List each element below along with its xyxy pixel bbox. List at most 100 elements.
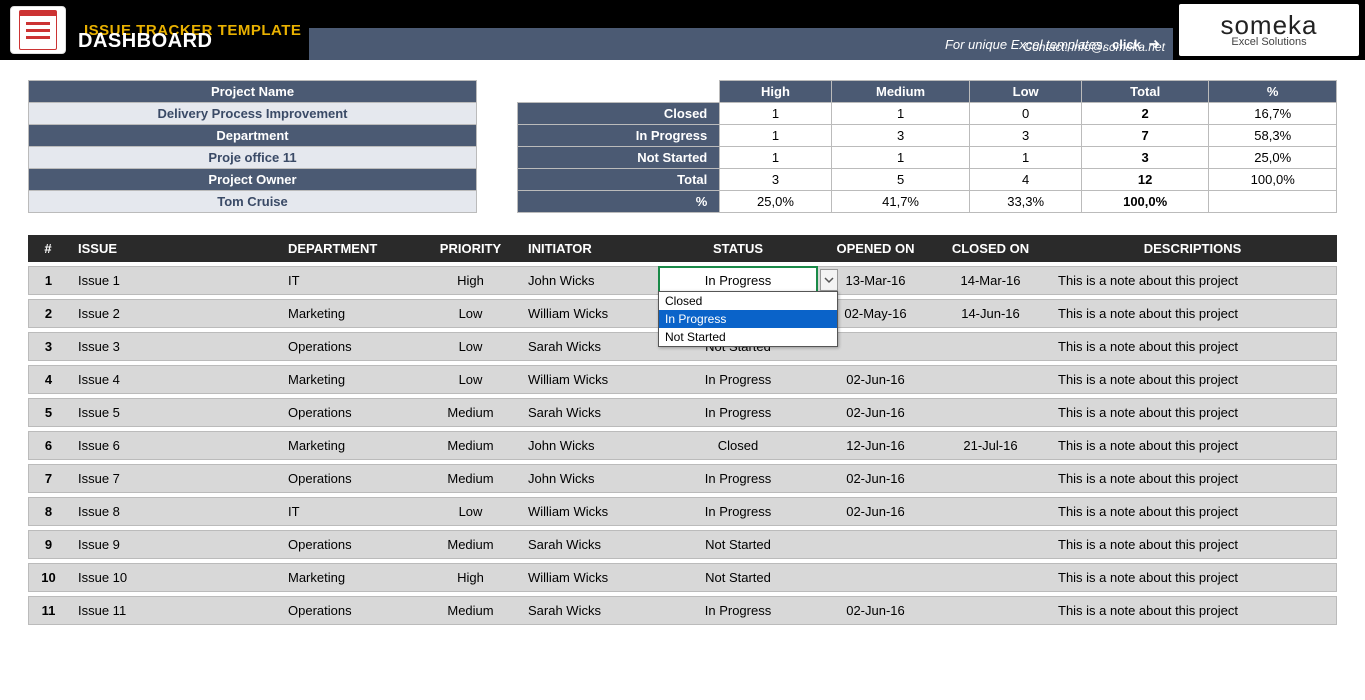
issue-description[interactable]: This is a note about this project [1048, 266, 1337, 295]
issue-closed[interactable]: 14-Mar-16 [933, 266, 1048, 295]
issue-name[interactable]: Issue 5 [68, 398, 278, 427]
issue-status[interactable]: Not Started [658, 563, 818, 592]
issue-status[interactable]: Closed [658, 431, 818, 460]
issue-name[interactable]: Issue 7 [68, 464, 278, 493]
issue-closed[interactable] [933, 332, 1048, 361]
issue-number[interactable]: 7 [28, 464, 68, 493]
issue-name[interactable]: Issue 1 [68, 266, 278, 295]
issue-dept[interactable]: Operations [278, 464, 423, 493]
issue-priority[interactable]: Low [423, 299, 518, 328]
table-row[interactable]: 5Issue 5OperationsMediumSarah WicksIn Pr… [28, 398, 1337, 427]
table-row[interactable]: 1Issue 1ITHighJohn WicksIn ProgressClose… [28, 266, 1337, 295]
issue-closed[interactable] [933, 530, 1048, 559]
issue-priority[interactable]: Medium [423, 530, 518, 559]
summary-cell[interactable]: 0 [970, 103, 1081, 125]
issues-col-opened-on[interactable]: OPENED ON [818, 235, 933, 262]
issue-description[interactable]: This is a note about this project [1048, 464, 1337, 493]
issue-opened[interactable] [818, 530, 933, 559]
summary-cell[interactable]: 3 [1081, 147, 1209, 169]
issue-name[interactable]: Issue 4 [68, 365, 278, 394]
issue-priority[interactable]: Low [423, 332, 518, 361]
issue-status[interactable]: In ProgressClosedIn ProgressNot Started [658, 266, 818, 295]
issue-name[interactable]: Issue 6 [68, 431, 278, 460]
summary-cell[interactable]: 58,3% [1209, 125, 1337, 147]
issues-col-status[interactable]: STATUS [658, 235, 818, 262]
issue-opened[interactable] [818, 563, 933, 592]
issue-description[interactable]: This is a note about this project [1048, 563, 1337, 592]
issue-status[interactable]: In Progress [658, 398, 818, 427]
issue-initiator[interactable]: John Wicks [518, 266, 658, 295]
issue-closed[interactable] [933, 398, 1048, 427]
summary-cell[interactable]: 1 [720, 125, 831, 147]
table-row[interactable]: 8Issue 8ITLowWilliam WicksIn Progress02-… [28, 497, 1337, 526]
value-project-name[interactable]: Delivery Process Improvement [29, 103, 477, 125]
summary-cell[interactable]: 1 [831, 103, 970, 125]
issue-number[interactable]: 11 [28, 596, 68, 625]
issue-dept[interactable]: Marketing [278, 365, 423, 394]
issue-status[interactable]: Not Started [658, 530, 818, 559]
summary-cell[interactable]: 33,3% [970, 191, 1081, 213]
issue-dept[interactable]: Marketing [278, 431, 423, 460]
summary-cell[interactable]: 16,7% [1209, 103, 1337, 125]
issue-description[interactable]: This is a note about this project [1048, 431, 1337, 460]
issue-number[interactable]: 5 [28, 398, 68, 427]
issue-priority[interactable]: High [423, 266, 518, 295]
issue-opened[interactable]: 02-Jun-16 [818, 464, 933, 493]
summary-cell[interactable]: 1 [720, 103, 831, 125]
issue-priority[interactable]: Low [423, 497, 518, 526]
table-row[interactable]: 9Issue 9OperationsMediumSarah WicksNot S… [28, 530, 1337, 559]
value-department[interactable]: Proje office 11 [29, 147, 477, 169]
issue-number[interactable]: 8 [28, 497, 68, 526]
issue-name[interactable]: Issue 3 [68, 332, 278, 361]
issue-closed[interactable]: 21-Jul-16 [933, 431, 1048, 460]
issue-initiator[interactable]: William Wicks [518, 497, 658, 526]
issue-opened[interactable]: 02-Jun-16 [818, 497, 933, 526]
issues-col-initiator[interactable]: INITIATOR [518, 235, 658, 262]
issue-number[interactable]: 1 [28, 266, 68, 295]
issue-initiator[interactable]: John Wicks [518, 464, 658, 493]
issue-description[interactable]: This is a note about this project [1048, 365, 1337, 394]
summary-cell[interactable]: 12 [1081, 169, 1209, 191]
issue-closed[interactable] [933, 497, 1048, 526]
issue-initiator[interactable]: William Wicks [518, 365, 658, 394]
issue-description[interactable]: This is a note about this project [1048, 530, 1337, 559]
issue-opened[interactable]: 02-Jun-16 [818, 596, 933, 625]
issue-number[interactable]: 10 [28, 563, 68, 592]
summary-cell[interactable]: 25,0% [1209, 147, 1337, 169]
issue-opened[interactable]: 02-Jun-16 [818, 398, 933, 427]
issue-dept[interactable]: Operations [278, 596, 423, 625]
issue-priority[interactable]: Medium [423, 464, 518, 493]
summary-cell[interactable]: 25,0% [720, 191, 831, 213]
issues-col-issue[interactable]: ISSUE [68, 235, 278, 262]
issue-priority[interactable]: Medium [423, 398, 518, 427]
issue-name[interactable]: Issue 8 [68, 497, 278, 526]
table-row[interactable]: 7Issue 7OperationsMediumJohn WicksIn Pro… [28, 464, 1337, 493]
summary-cell[interactable]: 2 [1081, 103, 1209, 125]
issue-initiator[interactable]: William Wicks [518, 299, 658, 328]
issue-description[interactable]: This is a note about this project [1048, 299, 1337, 328]
issue-number[interactable]: 3 [28, 332, 68, 361]
issue-initiator[interactable]: Sarah Wicks [518, 596, 658, 625]
issue-name[interactable]: Issue 9 [68, 530, 278, 559]
dropdown-option[interactable]: In Progress [659, 310, 837, 328]
summary-cell[interactable]: 3 [831, 125, 970, 147]
issue-number[interactable]: 4 [28, 365, 68, 394]
issue-description[interactable]: This is a note about this project [1048, 332, 1337, 361]
summary-cell[interactable]: 100,0% [1081, 191, 1209, 213]
issue-priority[interactable]: Medium [423, 431, 518, 460]
issue-dept[interactable]: Operations [278, 332, 423, 361]
table-row[interactable]: 6Issue 6MarketingMediumJohn WicksClosed1… [28, 431, 1337, 460]
issue-name[interactable]: Issue 2 [68, 299, 278, 328]
issue-closed[interactable] [933, 464, 1048, 493]
issues-col-department[interactable]: DEPARTMENT [278, 235, 423, 262]
issue-priority[interactable]: High [423, 563, 518, 592]
issue-closed[interactable]: 14-Jun-16 [933, 299, 1048, 328]
summary-cell[interactable]: 41,7% [831, 191, 970, 213]
issue-initiator[interactable]: Sarah Wicks [518, 398, 658, 427]
issue-initiator[interactable]: William Wicks [518, 563, 658, 592]
issue-status[interactable]: In Progress [658, 464, 818, 493]
issue-status[interactable]: In Progress [658, 497, 818, 526]
dropdown-option[interactable]: Closed [659, 292, 837, 310]
dropdown-option[interactable]: Not Started [659, 328, 837, 346]
issue-opened[interactable]: 02-Jun-16 [818, 365, 933, 394]
